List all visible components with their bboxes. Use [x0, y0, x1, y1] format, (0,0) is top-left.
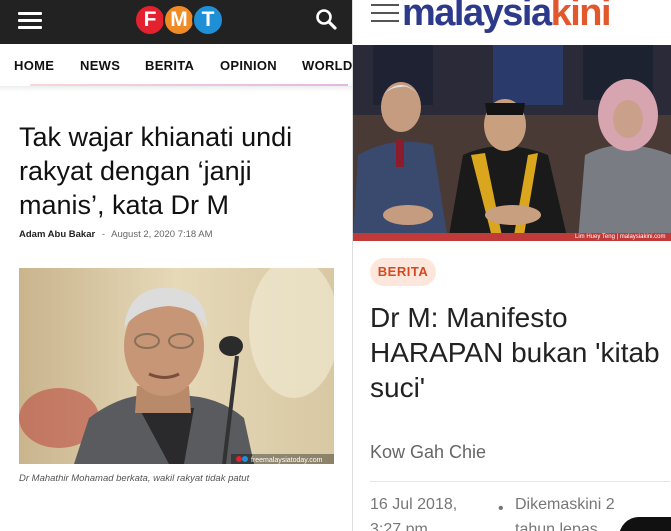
nav-item-berita[interactable]: BERITA	[145, 58, 194, 73]
fmt-article-panel: F M T HOME NEWS BERITA OPINION WORLD Tak…	[0, 0, 352, 531]
category-badge[interactable]: BERITA	[370, 258, 436, 286]
publish-date: August 2, 2020 7:18 AM	[111, 229, 213, 240]
malaysiakini-article-panel: malaysiakini Lim Huey Teng | malaysiakin…	[352, 0, 671, 531]
article-photo: Lim Huey Teng | malaysiakini.com	[353, 45, 671, 241]
fmt-top-bar: F M T	[0, 0, 352, 44]
photo-caption: Dr Mahathir Mohamad berkata, wakil rakya…	[19, 473, 250, 484]
article-byline: Adam Abu Bakar - August 2, 2020 7:18 AM	[19, 229, 213, 240]
fmt-logo[interactable]: F M T	[134, 4, 224, 38]
nav-item-world[interactable]: WORLD	[302, 58, 352, 73]
photo-watermark: freemalaysiatoday.com	[251, 457, 323, 464]
malaysiakini-logo[interactable]: malaysiakini	[402, 0, 612, 35]
article-headline: Dr M: Manifesto HARAPAN bukan 'kitab suc…	[370, 302, 660, 403]
hamburger-menu-icon[interactable]	[371, 2, 399, 24]
fmt-nav-bar: HOME NEWS BERITA OPINION WORLD	[0, 44, 352, 84]
nav-item-opinion[interactable]: OPINION	[220, 58, 277, 73]
author-link[interactable]: Adam Abu Bakar	[19, 229, 95, 240]
hamburger-menu-icon[interactable]	[18, 11, 42, 31]
article-headline: Tak wajar khianati undi rakyat dengan ‘j…	[19, 122, 293, 220]
article-photo: freemalaysiatoday.com	[19, 268, 334, 464]
nav-item-home[interactable]: HOME	[14, 58, 54, 73]
fmt-logo-letter: M	[163, 4, 195, 36]
meta-divider	[370, 481, 670, 482]
meta-dot: •	[498, 500, 504, 517]
author-link[interactable]: Kow Gah Chie	[370, 442, 486, 463]
nav-item-news[interactable]: NEWS	[80, 58, 120, 73]
logo-text-main: malaysia	[402, 0, 552, 34]
search-icon[interactable]	[314, 7, 340, 33]
photo-credit: Lim Huey Teng | malaysiakini.com	[575, 234, 665, 240]
fmt-logo-letter: F	[134, 4, 166, 36]
logo-text-accent: kini	[550, 0, 612, 34]
publish-date: 16 Jul 2018, 3:27 pm	[370, 496, 458, 531]
fmt-logo-letter: T	[192, 4, 224, 36]
nav-shadow	[0, 86, 352, 92]
byline-separator: -	[101, 229, 106, 240]
